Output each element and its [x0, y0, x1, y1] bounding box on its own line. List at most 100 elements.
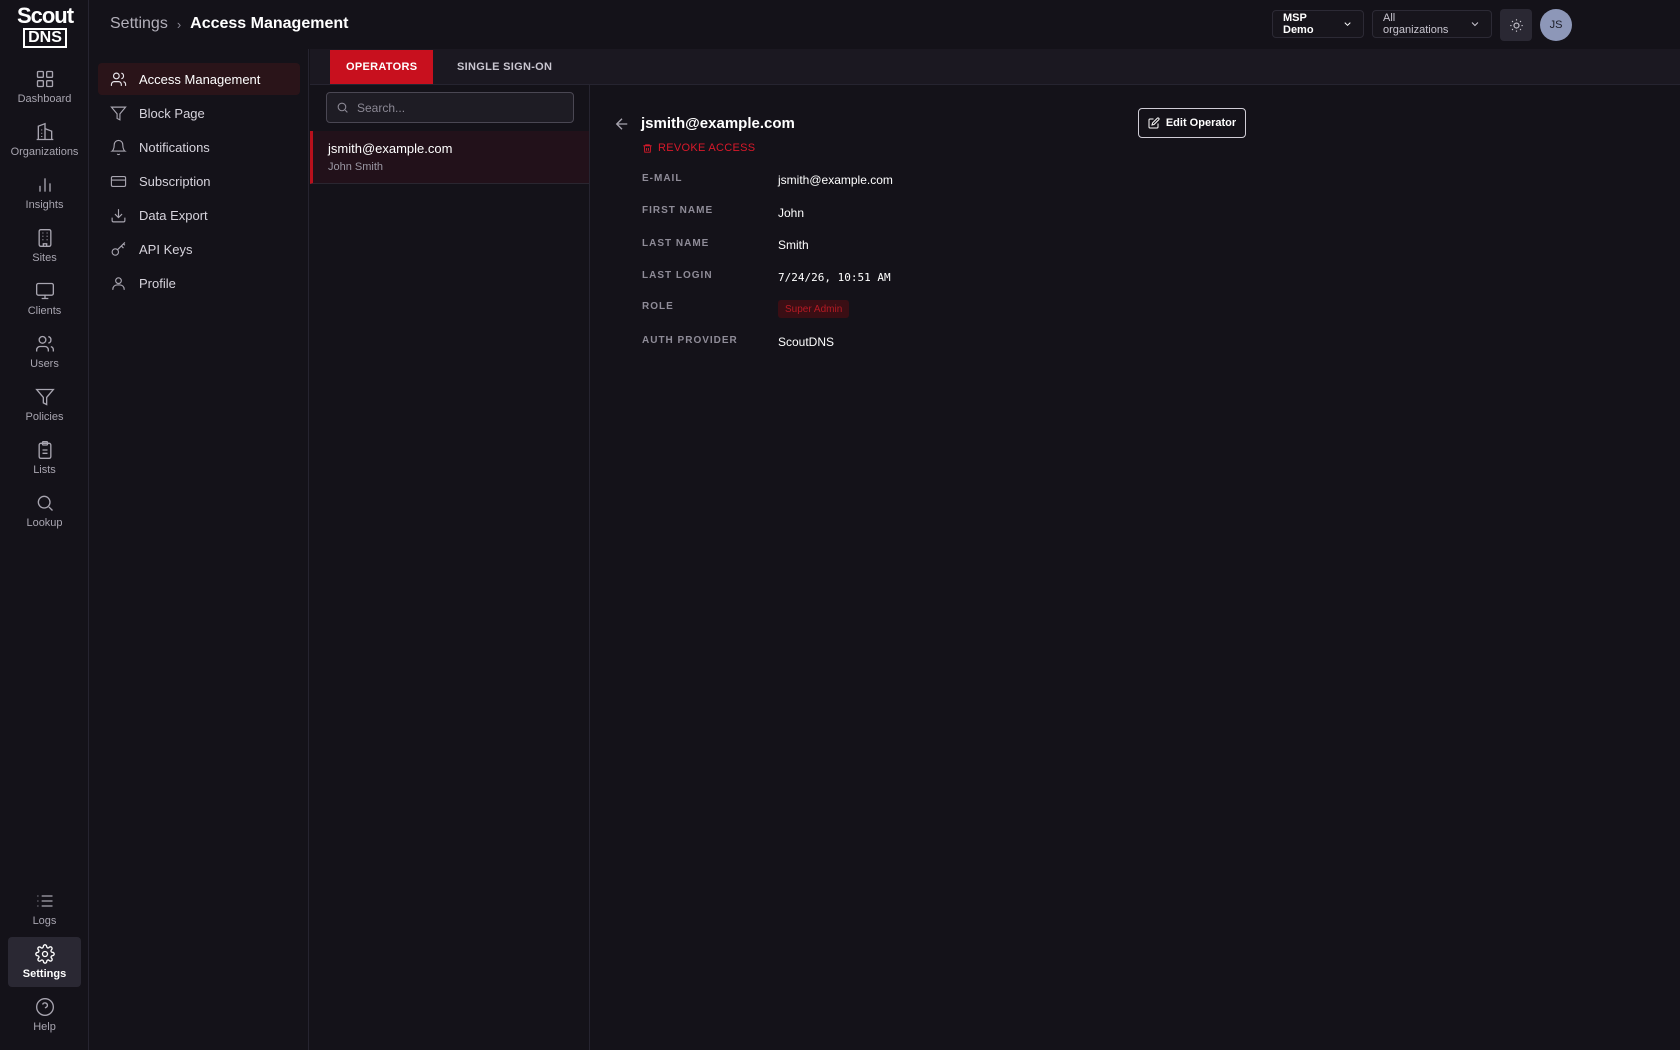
edit-icon [1148, 117, 1160, 129]
nav-help-label: Help [33, 1021, 56, 1033]
operator-list-item[interactable]: jsmith@example.com John Smith [310, 131, 589, 184]
nav-logs-label: Logs [32, 915, 57, 927]
nav-dashboard-label: Dashboard [17, 93, 72, 105]
settings-nav-label: API Keys [139, 241, 193, 257]
operator-detail-panel: jsmith@example.com REVOKE ACCESS Edit Op… [591, 85, 1680, 1050]
nav-organizations-label: Organizations [10, 146, 79, 158]
credit-card-icon [110, 175, 127, 187]
edit-operator-button[interactable]: Edit Operator [1138, 108, 1246, 138]
settings-nav-label: Data Export [139, 207, 208, 223]
tab-single-sign-on[interactable]: SINGLE SIGN-ON [441, 50, 568, 84]
edit-operator-label: Edit Operator [1165, 117, 1237, 129]
logo-line-2: DNS [23, 28, 67, 48]
nav-logs[interactable]: Logs [8, 884, 81, 934]
operator-detail-title: jsmith@example.com [641, 115, 795, 132]
first-name-value: John [778, 206, 805, 220]
nav-settings-label: Settings [22, 968, 67, 980]
bell-icon [110, 139, 127, 155]
msp-select[interactable]: MSP Demo [1272, 10, 1364, 38]
bar-chart-icon [38, 178, 51, 192]
role-badge: Super Admin [778, 300, 850, 318]
building-icon [36, 122, 53, 141]
breadcrumb-settings[interactable]: Settings [110, 15, 168, 33]
nav-users-label: Users [30, 358, 59, 370]
main-sidebar: Scout DNS Dashboard Organizations Insigh… [0, 0, 89, 1050]
clipboard-icon [38, 441, 51, 459]
gear-icon [34, 944, 55, 964]
organization-select-value: All organizations [1383, 12, 1449, 36]
search-icon [337, 102, 348, 113]
dashboard-icon [36, 70, 53, 88]
filter-icon [110, 106, 127, 121]
nav-lists-label: Lists [33, 464, 56, 476]
access-tabs: OPERATORS SINGLE SIGN-ON [310, 49, 1680, 85]
settings-nav-notifications[interactable]: Notifications [98, 131, 300, 163]
nav-insights-label: Insights [25, 199, 64, 211]
download-icon [111, 208, 126, 222]
key-icon [111, 241, 126, 256]
operator-list-panel: jsmith@example.com John Smith [310, 85, 590, 1050]
search-box[interactable] [326, 92, 574, 123]
nav-insights[interactable]: Insights [8, 168, 81, 218]
filter-icon [34, 388, 55, 406]
nav-clients-label: Clients [27, 305, 62, 317]
logo-line-1: Scout [16, 3, 74, 28]
organization-select[interactable]: All organizations [1372, 10, 1492, 38]
user-avatar[interactable]: JS [1540, 9, 1572, 41]
breadcrumb-separator-icon: › [176, 16, 182, 32]
breadcrumb: Settings › Access Management [110, 15, 348, 33]
last-login-label: LAST LOGIN [642, 270, 713, 281]
list-icon [37, 895, 52, 907]
nav-lookup[interactable]: Lookup [8, 486, 81, 536]
chevron-down-icon [1344, 22, 1351, 27]
monitor-icon [35, 282, 54, 300]
settings-nav-label: Block Page [139, 105, 205, 121]
chevron-down-icon [1471, 22, 1479, 27]
first-name-label: FIRST NAME [642, 205, 714, 216]
tab-operators[interactable]: OPERATORS [330, 50, 434, 84]
nav-users[interactable]: Users [8, 327, 81, 377]
settings-nav-label: Access Management [139, 71, 261, 87]
nav-sites[interactable]: Sites [8, 221, 81, 271]
nav-dashboard[interactable]: Dashboard [8, 62, 81, 112]
users-icon [35, 335, 54, 352]
operator-name: John Smith [328, 161, 384, 173]
nav-help[interactable]: Help [8, 990, 81, 1040]
email-label: E-MAIL [642, 173, 683, 184]
settings-nav-label: Notifications [139, 139, 210, 155]
nav-settings[interactable]: Settings [8, 937, 81, 987]
nav-policies-label: Policies [25, 411, 64, 423]
scoutdns-logo[interactable]: Scout DNS [15, 3, 75, 48]
settings-nav-label: Profile [139, 275, 176, 291]
nav-policies[interactable]: Policies [8, 380, 81, 430]
theme-toggle-button[interactable] [1500, 9, 1532, 41]
users-icon [110, 72, 127, 86]
nav-lists[interactable]: Lists [8, 433, 81, 483]
settings-nav-api-keys[interactable]: API Keys [98, 233, 300, 265]
settings-nav-profile[interactable]: Profile [98, 267, 300, 299]
auth-provider-value: ScoutDNS [778, 335, 835, 349]
revoke-access-button[interactable]: REVOKE ACCESS [642, 142, 755, 154]
nav-sites-label: Sites [32, 252, 57, 264]
revoke-access-label: REVOKE ACCESS [658, 142, 756, 154]
nav-clients[interactable]: Clients [8, 274, 81, 324]
email-value: jsmith@example.com [778, 173, 893, 187]
trash-icon [643, 143, 652, 153]
last-name-label: LAST NAME [642, 238, 710, 249]
last-login-value: 7/24/26, 10:51 AM [778, 271, 891, 284]
help-icon [35, 998, 54, 1016]
settings-nav-label: Subscription [139, 173, 211, 189]
settings-nav-block-page[interactable]: Block Page [98, 97, 300, 129]
nav-organizations[interactable]: Organizations [8, 115, 81, 165]
auth-provider-label: AUTH PROVIDER [642, 335, 738, 346]
sun-icon [1509, 18, 1523, 32]
settings-nav-subscription[interactable]: Subscription [98, 165, 300, 197]
page-title: Access Management [190, 15, 349, 32]
operator-email: jsmith@example.com [328, 141, 453, 156]
last-name-value: Smith [778, 238, 809, 252]
site-building-icon [38, 229, 51, 247]
back-arrow-icon[interactable] [613, 115, 631, 133]
settings-nav-access-management[interactable]: Access Management [98, 63, 300, 95]
search-input[interactable] [357, 100, 557, 115]
settings-nav-data-export[interactable]: Data Export [98, 199, 300, 231]
